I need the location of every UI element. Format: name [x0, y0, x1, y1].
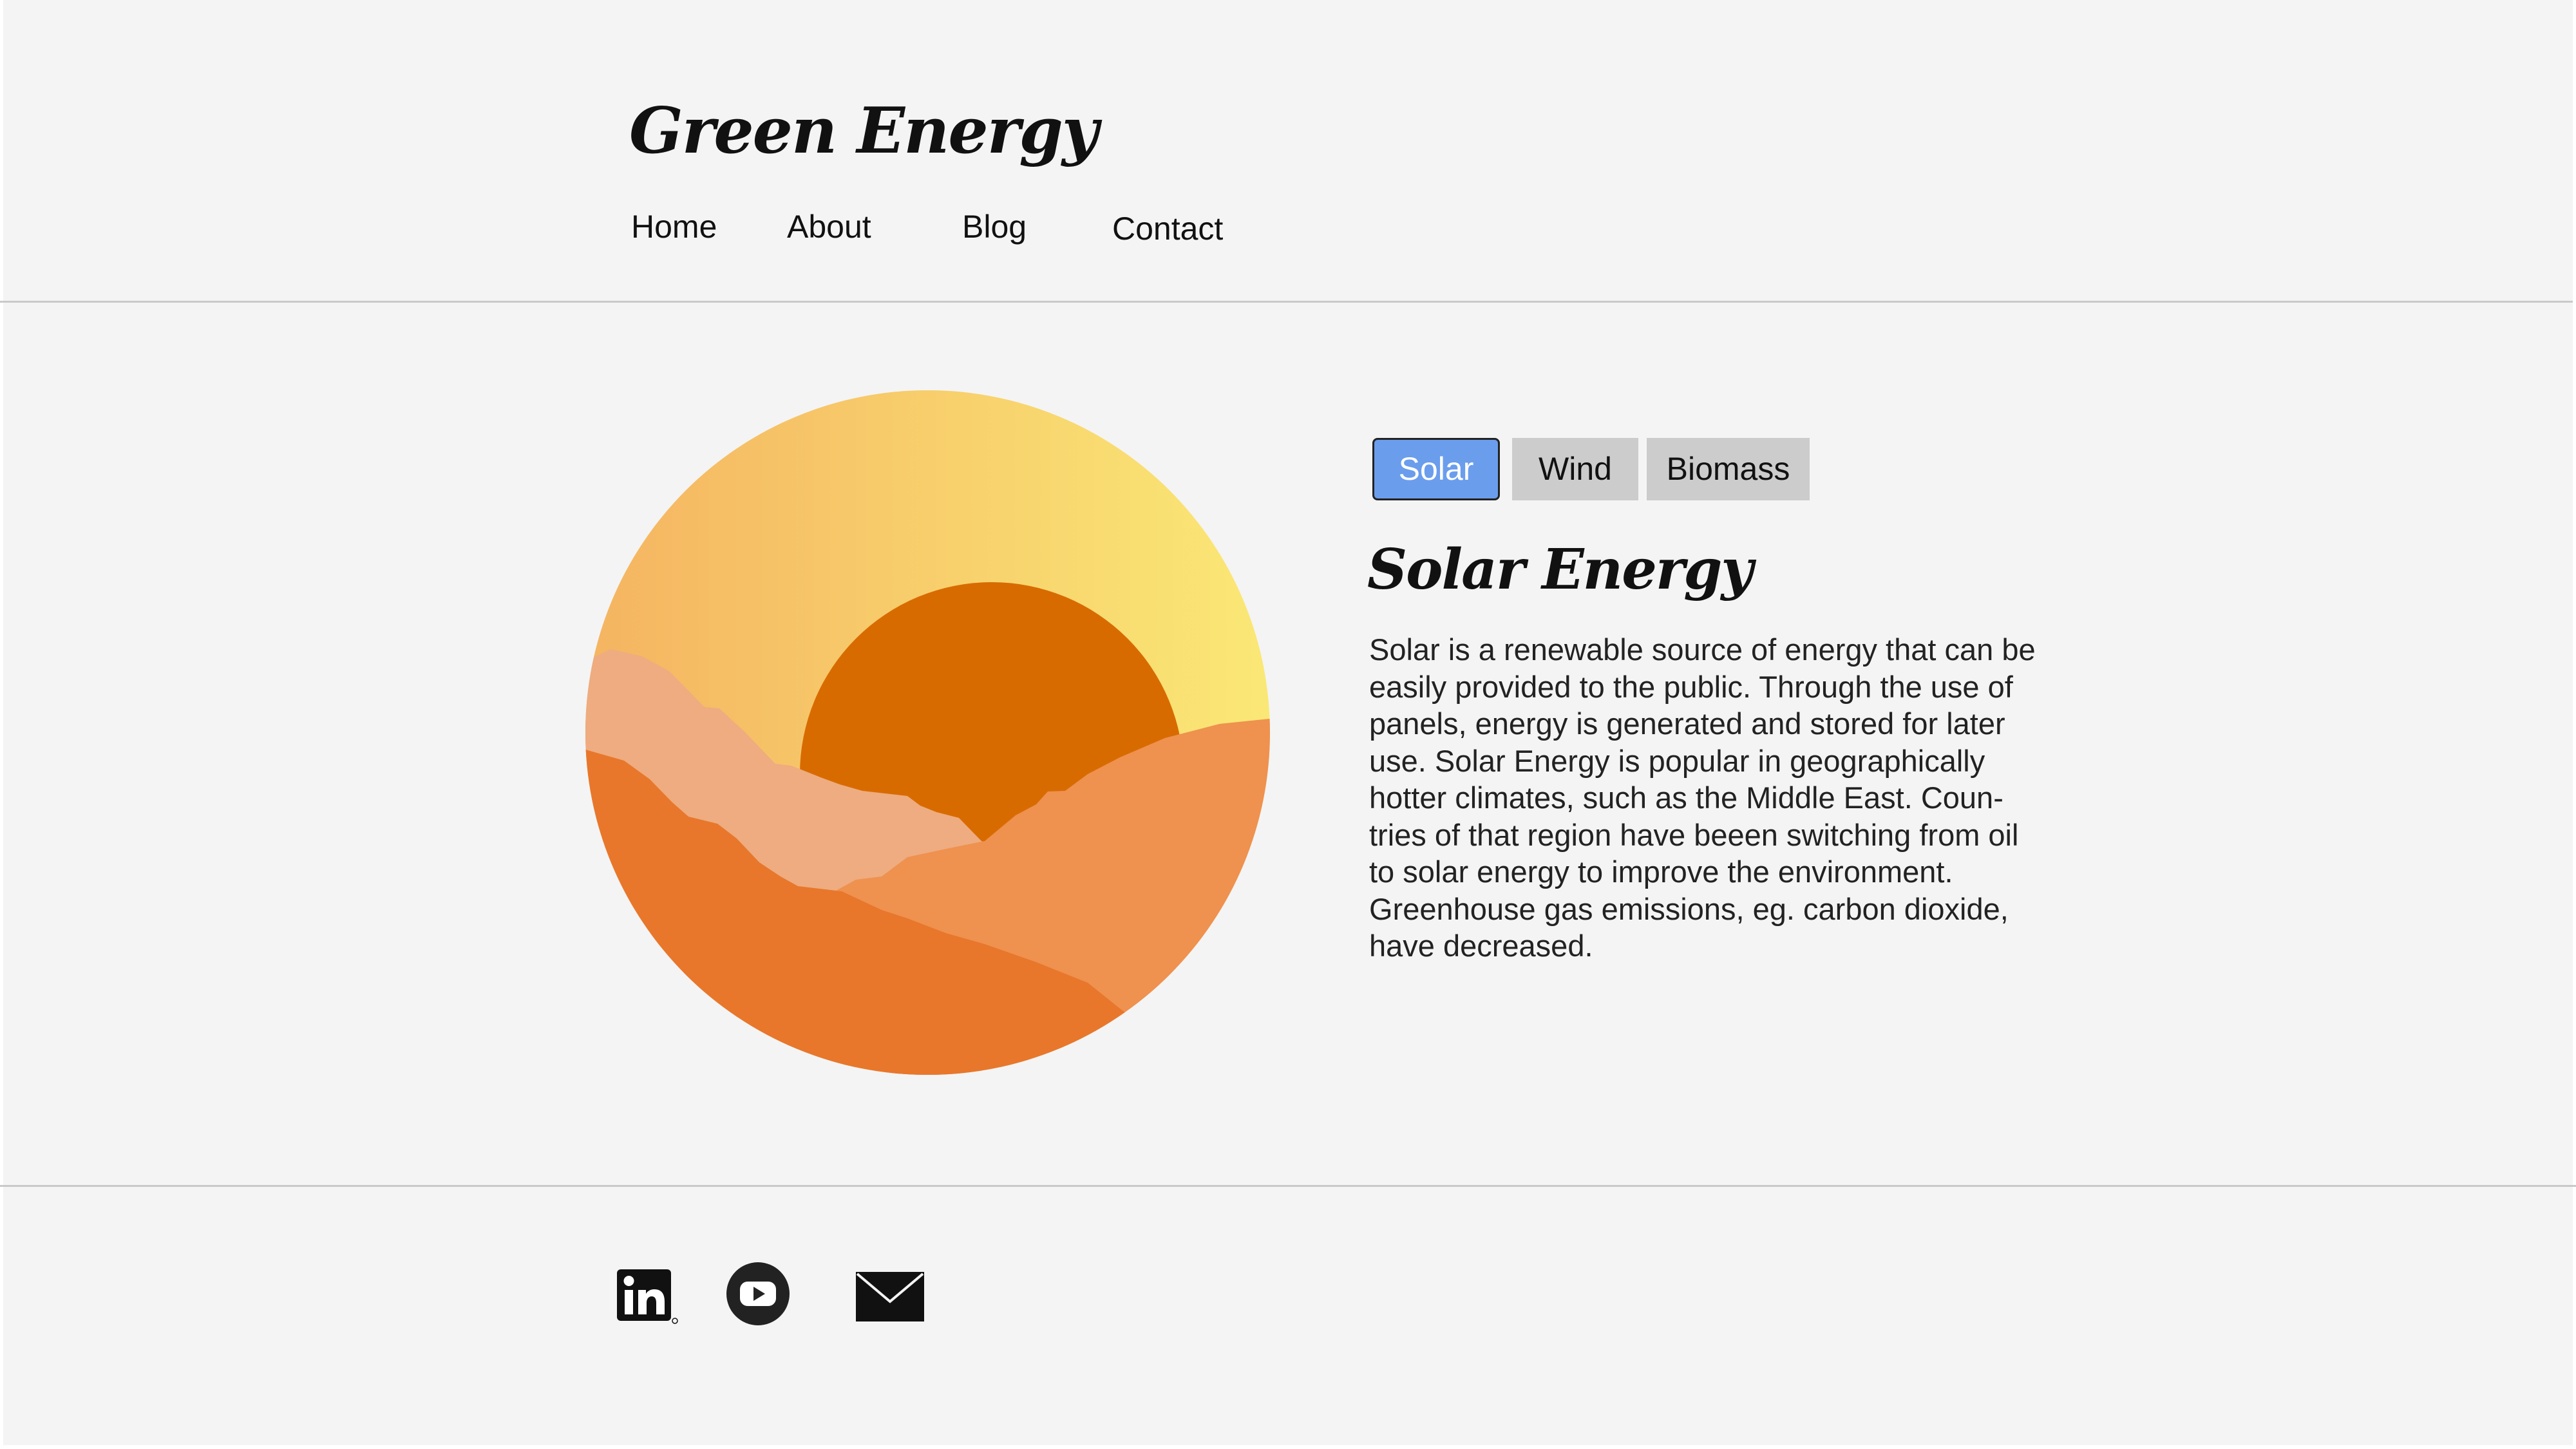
body-line: use. Solar Energy is popular in geograph…	[1369, 743, 1985, 778]
site-title: Green Energy	[629, 94, 1099, 168]
tab-wind[interactable]: Wind	[1512, 438, 1638, 500]
youtube-icon[interactable]	[726, 1262, 790, 1325]
tab-biomass[interactable]: Biomass	[1647, 438, 1810, 500]
frame-bottom-border	[0, 1445, 2576, 1449]
frame-left-border	[0, 0, 3, 1449]
footer-divider	[0, 1185, 2576, 1187]
body-line: easily provided to the public. Through t…	[1369, 669, 2013, 704]
nav-about-link[interactable]: About	[787, 207, 871, 246]
header-divider	[0, 301, 2573, 303]
body-line: panels, energy is generated and stored f…	[1369, 706, 2005, 741]
body-line: Solar is a renewable source of energy th…	[1369, 632, 2036, 667]
body-line: to solar energy to improve the environme…	[1369, 855, 1953, 889]
mail-icon[interactable]	[856, 1272, 924, 1321]
body-line: Greenhouse gas emissions, eg. carbon dio…	[1369, 891, 2009, 926]
nav-blog-link[interactable]: Blog	[962, 207, 1027, 246]
tab-solar[interactable]: Solar	[1372, 438, 1500, 500]
page: Green Energy Home About Blog Contact Sol…	[0, 0, 2576, 1449]
body-line: have decreased.	[1369, 929, 1593, 963]
frame-right-border	[2573, 0, 2576, 1449]
nav-contact-link[interactable]: Contact	[1112, 209, 1223, 248]
linkedin-icon[interactable]	[617, 1269, 679, 1325]
nav-home-link[interactable]: Home	[631, 207, 717, 246]
body-line: hotter climates, such as the Middle East…	[1369, 781, 2003, 815]
section-body: Solar is a renewable source of energy th…	[1369, 631, 2052, 965]
sunset-illustration	[585, 390, 1270, 1075]
section-heading: Solar Energy	[1367, 537, 1753, 602]
body-line: tries of that region have beeen switchin…	[1369, 817, 2019, 852]
